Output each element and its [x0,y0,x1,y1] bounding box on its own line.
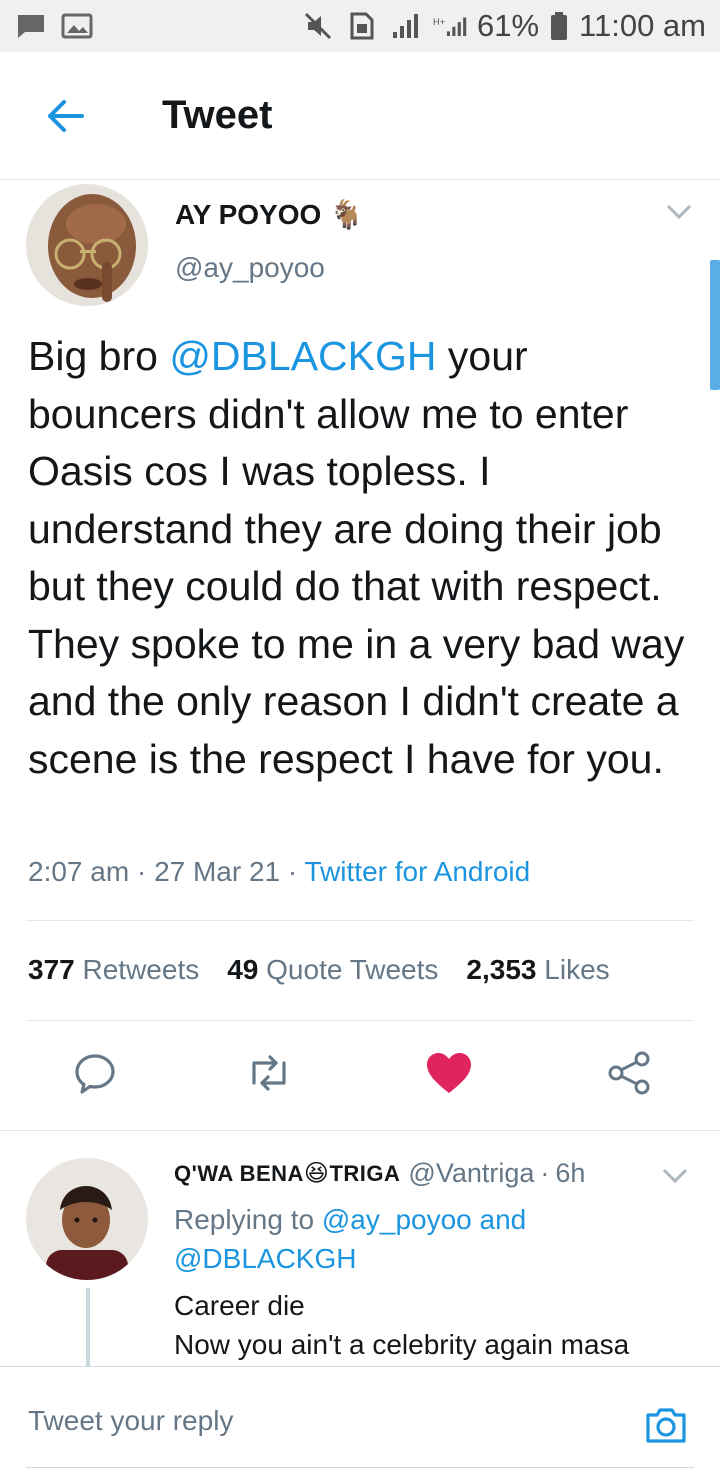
reply-input[interactable]: Tweet your reply [28,1405,233,1437]
author-handle[interactable]: @ay_poyoo [175,252,325,284]
input-underline [26,1467,694,1468]
camera-button[interactable] [642,1401,690,1449]
tweet-text: Big bro @DBLACKGH your bouncers didn't a… [28,328,698,788]
tweet-source-link[interactable]: Twitter for Android [305,856,531,887]
mute-icon [301,11,335,41]
like-button[interactable] [424,1048,474,1098]
data-signal-icon: H+ [433,11,467,41]
author-name-text: AY POYOO [175,198,322,230]
avatar[interactable] [26,184,148,306]
retweet-button[interactable] [244,1048,294,1098]
divider [26,920,694,921]
replying-and: and [479,1204,527,1235]
tweet-text-rest: your bouncers didn't allow me to enter O… [28,333,685,782]
top-app-bar: Tweet [0,52,720,180]
tweet-text-start: Big bro [28,333,170,379]
author-name[interactable]: AY POYOO 🐐 [175,198,364,231]
reply-author-name-part1: Q'WA BENA [174,1161,304,1186]
battery-icon [549,11,569,41]
tweet-date: 27 Mar 21 [154,856,281,887]
retweet-icon [252,1055,286,1091]
reply-line: Career die [174,1290,305,1321]
divider [26,1020,694,1021]
scrollbar[interactable] [710,260,720,390]
share-icon [608,1051,650,1095]
meta-separator: · [287,856,305,887]
reply-icon [75,1054,115,1094]
tweet-menu-button[interactable] [664,200,694,224]
share-button[interactable] [604,1048,654,1098]
quotes-count: 49 [227,954,259,985]
chevron-down-icon [666,204,692,220]
quotes-stat[interactable]: 49 Quote Tweets [227,954,438,986]
mention-link[interactable]: @DBLACKGH [169,333,436,379]
thread-line [86,1288,90,1368]
retweets-count: 377 [28,954,75,985]
goat-emoji: 🐐 [329,199,365,230]
reply-compose-bar: Tweet your reply [0,1366,720,1480]
replying-prefix: Replying to [174,1204,315,1235]
signal-icon [389,11,423,41]
likes-count: 2,353 [466,954,537,985]
tweet-stats: 377 Retweets 49 Quote Tweets 2,353 Likes [28,954,610,986]
reply-handle: @Vantriga [408,1158,535,1188]
reply-author-name-part2: TRIGA [329,1161,401,1186]
meta-separator: · [540,1158,550,1188]
tweet-time: 2:07 am [28,856,130,887]
image-icon [60,11,94,41]
status-bar: H+ 61% 11:00 am [0,0,720,52]
message-icon [14,11,48,41]
section-divider [0,1130,720,1131]
page-title: Tweet [162,93,273,137]
heart-icon [427,1053,471,1093]
chevron-down-icon [662,1168,688,1184]
svg-text:H+: H+ [433,17,445,27]
laughing-emoji: 😆 [303,1160,330,1187]
reply-header[interactable]: Q'WA BENA😆TRIGA @Vantriga · 6h [174,1158,585,1189]
clock: 11:00 am [579,8,706,43]
reply-author-name: Q'WA BENA😆TRIGA [174,1159,400,1188]
likes-stat[interactable]: 2,353 Likes [466,954,609,986]
reply-menu-button[interactable] [660,1164,690,1188]
reply-avatar[interactable] [26,1158,148,1280]
tweet-meta: 2:07 am · 27 Mar 21 · Twitter for Androi… [28,856,530,888]
sim-icon [345,11,379,41]
replying-mention-1[interactable]: @ay_poyoo [322,1204,472,1235]
quotes-label: Quote Tweets [266,954,439,985]
reply-age: 6h [555,1158,586,1188]
reply-button[interactable] [70,1048,120,1098]
likes-label: Likes [544,954,610,985]
replying-mention-2[interactable]: @DBLACKGH [174,1243,356,1274]
back-button[interactable] [24,76,104,156]
arrow-left-icon [48,99,84,132]
retweets-label: Retweets [82,954,200,985]
meta-separator: · [136,856,155,887]
camera-icon [646,1408,686,1443]
reply-text: Career die Now you ain't a celebrity aga… [174,1286,629,1364]
tweet-actions [0,1048,720,1108]
battery-percent: 61% [477,8,540,43]
reply-line: Now you ain't a celebrity again masa [174,1329,630,1360]
retweets-stat[interactable]: 377 Retweets [28,954,199,986]
replying-to: Replying to @ay_poyoo and @DBLACKGH [174,1200,674,1278]
